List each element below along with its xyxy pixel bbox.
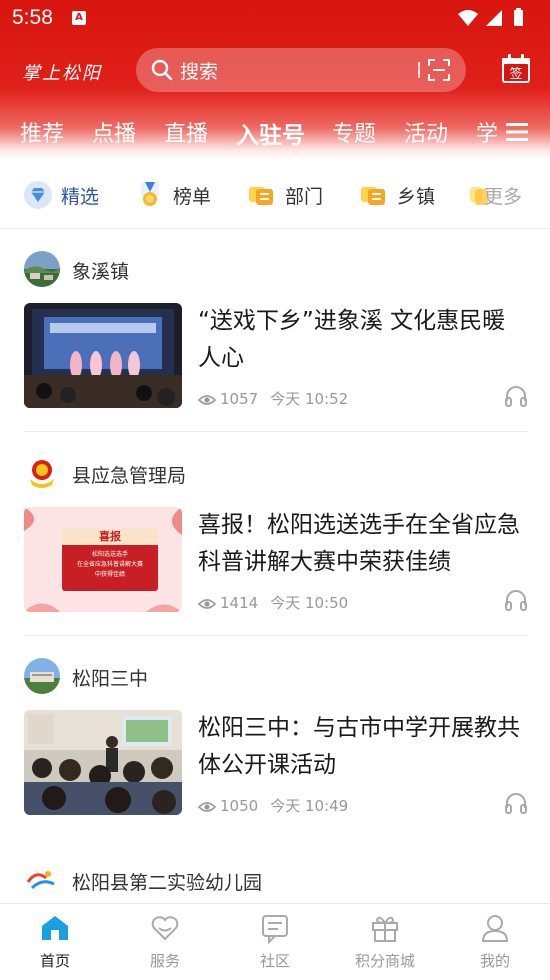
scan-icon[interactable] xyxy=(428,59,450,85)
publish-time: 今天 10:49 xyxy=(270,797,349,815)
subnav-more[interactable]: 更多 xyxy=(468,178,550,212)
avatar xyxy=(24,862,60,898)
heart-icon xyxy=(149,912,181,944)
headphone-icon[interactable] xyxy=(504,792,528,818)
township-icon xyxy=(359,180,389,210)
item-divider xyxy=(24,635,528,636)
tab-home[interactable]: 首页 xyxy=(0,904,110,980)
community-icon xyxy=(259,912,291,945)
channel-menu-icon[interactable] xyxy=(506,122,528,146)
news-title[interactable]: 喜报！松阳选送选手在全省应急科普讲解大赛中荣获佳绩 xyxy=(198,507,528,581)
bottom-navigation: 首页 服务 社区 积分商城 我的 xyxy=(0,903,550,979)
item-divider xyxy=(24,431,528,432)
source-name: 松阳三中 xyxy=(72,668,149,690)
status-time: 5:58 xyxy=(12,6,53,29)
search-divider xyxy=(418,62,420,78)
svg-text:签: 签 xyxy=(509,66,522,82)
news-title[interactable]: 松阳三中：与古市中学开展教共体公开课活动 xyxy=(198,710,528,784)
headphone-icon[interactable] xyxy=(504,385,528,411)
view-count: 1057 xyxy=(220,390,259,408)
checkin-calendar-icon[interactable]: 签 xyxy=(500,53,532,85)
source-name: 松阳县第二实验幼儿园 xyxy=(72,872,263,894)
list-item[interactable]: 象溪镇 “送戏下乡”进象溪 文化惠民暖人心 1057 今天 10:52 xyxy=(24,251,528,432)
tab-points-mall[interactable]: 积分商城 xyxy=(330,904,440,980)
news-thumbnail[interactable] xyxy=(24,710,182,815)
tab-on-demand[interactable]: 点播 xyxy=(92,116,136,148)
app-logo[interactable]: 掌上松阳 xyxy=(22,59,102,85)
home-icon xyxy=(39,912,71,944)
list-item[interactable]: 松阳三中 松阳三中：与古市中学开展教共体公开课活动 1050 今天 10:49 xyxy=(24,658,528,839)
status-bar: 5:58 A xyxy=(0,0,550,36)
gift-icon xyxy=(369,912,401,944)
tab-label: 积分商城 xyxy=(354,952,415,970)
headphone-icon[interactable] xyxy=(504,589,528,615)
search-bar[interactable]: 搜索 xyxy=(136,48,466,92)
tab-settled-accounts[interactable]: 入驻号 xyxy=(236,116,305,150)
section-divider xyxy=(0,228,550,229)
tab-label: 社区 xyxy=(259,952,290,970)
view-count: 1050 xyxy=(220,797,259,815)
tab-services[interactable]: 服务 xyxy=(110,904,220,980)
tab-label: 我的 xyxy=(479,952,510,970)
subnav-label: 榜单 xyxy=(173,186,212,208)
system-icons xyxy=(456,8,536,32)
list-item[interactable]: 松阳县第二实验幼儿园 xyxy=(24,862,528,902)
news-thumbnail[interactable] xyxy=(24,303,182,408)
tab-community[interactable]: 社区 xyxy=(220,904,330,980)
notification-icon: A xyxy=(72,11,86,25)
subnav-label: 部门 xyxy=(285,186,324,208)
news-thumbnail[interactable]: 喜报 松阳选送选手 在全省应急科普讲解大赛 中获得佳绩 xyxy=(24,507,182,612)
thumb-line: 在全省应急科普讲解大赛 xyxy=(76,561,143,568)
tab-study[interactable]: 学 xyxy=(476,116,498,148)
avatar xyxy=(24,251,60,287)
subnav-label: 更多 xyxy=(484,186,523,208)
source-name: 县应急管理局 xyxy=(72,465,187,487)
list-item[interactable]: 县应急管理局 喜报 松阳选送选手 在全省应急科普讲解大赛 中获得佳绩 喜报！松阳… xyxy=(24,455,528,636)
view-count: 1414 xyxy=(220,594,259,612)
tab-recommend[interactable]: 推荐 xyxy=(20,116,64,148)
tab-label: 首页 xyxy=(39,952,70,970)
sub-navigation: 精选 榜单 部门 乡镇 更多 xyxy=(0,170,550,222)
news-meta: 1050 今天 10:49 xyxy=(197,795,349,818)
profile-icon xyxy=(479,912,511,944)
views-icon xyxy=(197,393,217,411)
subnav-label: 精选 xyxy=(61,186,100,208)
search-input[interactable]: 搜索 xyxy=(180,57,218,84)
tab-profile[interactable]: 我的 xyxy=(440,904,550,980)
channel-tabs: 推荐 点播 直播 入驻号 专题 活动 学 xyxy=(0,112,550,152)
views-icon xyxy=(197,800,217,818)
source-name: 象溪镇 xyxy=(72,261,130,283)
views-icon xyxy=(197,597,217,615)
news-meta: 1057 今天 10:52 xyxy=(197,388,349,411)
search-icon xyxy=(150,58,174,86)
thumb-line: 松阳选送选手 xyxy=(91,551,128,558)
subnav-label: 乡镇 xyxy=(397,186,436,208)
thumb-heading: 喜报 xyxy=(62,529,158,545)
wifi-signal-battery-icon xyxy=(458,8,523,26)
department-icon xyxy=(247,180,277,210)
avatar xyxy=(24,658,60,694)
news-meta: 1414 今天 10:50 xyxy=(197,592,349,615)
publish-time: 今天 10:52 xyxy=(270,390,349,408)
tab-label: 服务 xyxy=(149,952,180,970)
thumb-line: 中获得佳绩 xyxy=(94,571,125,578)
publish-time: 今天 10:50 xyxy=(270,594,349,612)
news-title[interactable]: “送戏下乡”进象溪 文化惠民暖人心 xyxy=(198,303,528,377)
tab-activities[interactable]: 活动 xyxy=(404,116,448,148)
avatar xyxy=(24,455,60,491)
tab-topics[interactable]: 专题 xyxy=(332,116,376,148)
medal-icon xyxy=(135,180,165,210)
diamond-icon xyxy=(23,180,53,210)
tab-live[interactable]: 直播 xyxy=(164,116,208,148)
